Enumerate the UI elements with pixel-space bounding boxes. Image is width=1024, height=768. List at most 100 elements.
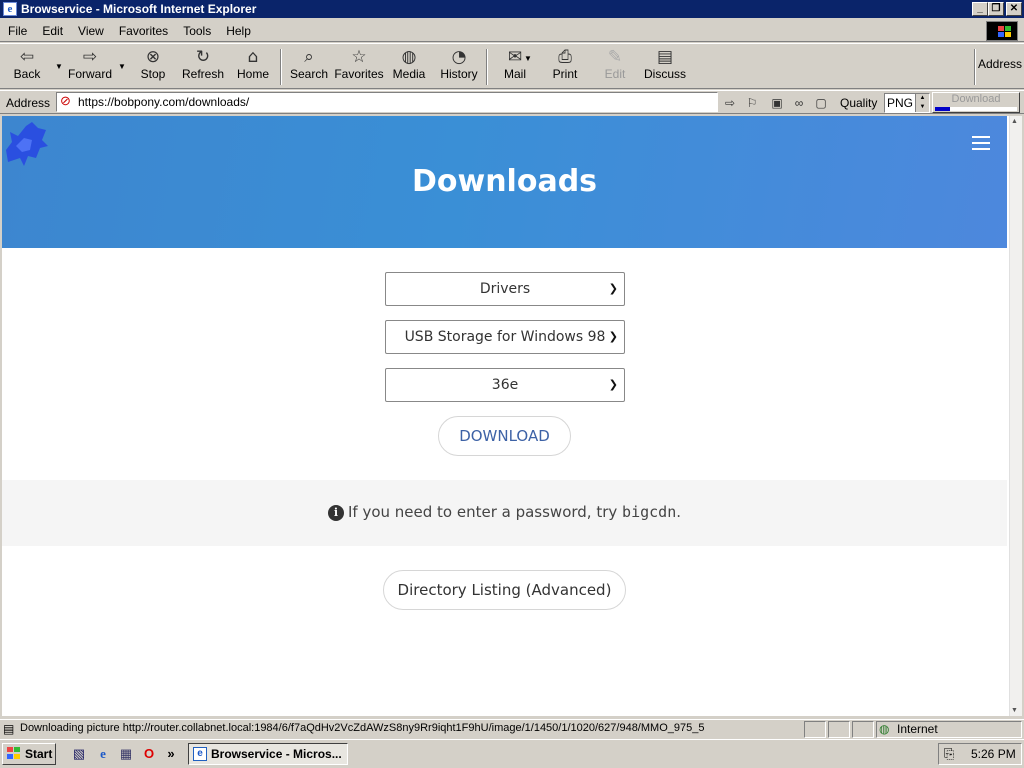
standard-toolbar: ⇦ Back ▼ ⇨ Forward ▼ ⊗ Stop ↻ Refresh ⌂ … <box>0 43 1024 89</box>
version-select[interactable]: 36e ❯ <box>385 368 625 402</box>
print-button[interactable]: ⎙ Print <box>546 47 584 87</box>
menu-tools[interactable]: Tools <box>175 24 218 38</box>
discuss-icon: ▤ <box>656 47 674 67</box>
media-globe-icon: ◍ <box>401 47 417 67</box>
scroll-up-icon[interactable]: ▲ <box>1011 118 1018 125</box>
vertical-scrollbar[interactable]: ▲ ▼ <box>1009 116 1022 716</box>
back-dropdown-icon[interactable]: ▼ <box>55 62 63 71</box>
clock[interactable]: 5:26 PM <box>971 747 1016 761</box>
chevron-down-icon: ❯ <box>608 330 618 343</box>
page-icon[interactable]: ▣ <box>768 94 786 112</box>
address-input[interactable]: ⊘ https://bobpony.com/downloads/ <box>56 92 718 112</box>
network-icon[interactable]: ▦ <box>117 745 135 763</box>
forward-button[interactable]: ⇨ Forward <box>66 47 114 87</box>
history-clock-icon: ◔ <box>451 47 467 67</box>
page-viewport: Downloads Drivers ❯ USB Storage for Wind… <box>2 116 1009 716</box>
internet-explorer-icon[interactable]: e <box>94 745 112 763</box>
printer-icon: ⎙ <box>558 47 572 67</box>
status-bar: ▤ Downloading picture http://router.coll… <box>0 719 1024 738</box>
restore-button[interactable]: ❐ <box>988 2 1004 16</box>
close-button[interactable]: ✕ <box>1006 2 1022 16</box>
menu-help[interactable]: Help <box>218 24 258 38</box>
back-button[interactable]: ⇦ Back <box>8 47 46 87</box>
page-title: Downloads <box>411 164 598 199</box>
search-button[interactable]: ⌕ Search <box>288 47 330 87</box>
quality-label: Quality <box>840 96 878 110</box>
media-button[interactable]: ◍ Media <box>390 47 428 87</box>
opera-icon[interactable]: O <box>140 745 158 763</box>
download-button[interactable]: DOWNLOAD <box>438 416 571 456</box>
stop-icon: ⊗ <box>145 47 161 67</box>
bookmark-icon[interactable]: ⚐ <box>743 94 761 112</box>
category-select[interactable]: Drivers ❯ <box>385 272 625 306</box>
discuss-button[interactable]: ▤ Discuss <box>642 47 688 87</box>
menu-bar: File Edit View Favorites Tools Help <box>0 20 1024 42</box>
search-icon: ⌕ <box>304 47 314 67</box>
internet-globe-icon: ◍ <box>879 722 890 736</box>
refresh-button[interactable]: ↻ Refresh <box>180 47 226 87</box>
windows-flag-icon <box>7 747 22 761</box>
menu-edit[interactable]: Edit <box>34 24 70 38</box>
taskbar: Start ▧ e ▦ O » e Browservice - Micros..… <box>0 739 1024 768</box>
toolbar-separator <box>974 49 976 85</box>
address-url: https://bobpony.com/downloads/ <box>78 95 250 109</box>
menu-view[interactable]: View <box>70 24 111 38</box>
status-pane <box>804 721 826 738</box>
history-button[interactable]: ◔ History <box>438 47 480 87</box>
mail-dropdown-icon[interactable]: ▼ <box>524 54 532 63</box>
show-desktop-icon[interactable]: ▧ <box>70 745 88 763</box>
refresh-icon: ↻ <box>195 47 211 67</box>
start-button[interactable]: Start <box>2 743 56 765</box>
page-header: Downloads <box>2 116 1007 248</box>
status-text: Downloading picture http://router.collab… <box>20 722 705 734</box>
back-arrow-icon: ⇦ <box>19 47 35 67</box>
menu-file[interactable]: File <box>0 24 34 38</box>
system-tray: ⎘ 5:26 PM <box>938 743 1022 765</box>
windows-logo-icon <box>986 21 1018 41</box>
download-toolbar-button[interactable]: Download <box>932 92 1020 113</box>
item-select[interactable]: USB Storage for Windows 98 ❯ <box>385 320 625 354</box>
go-arrow-icon[interactable]: ⇨ <box>721 94 739 112</box>
chevron-down-icon: ❯ <box>608 282 618 295</box>
password-info-text: i If you need to enter a password, try bi… <box>2 503 1007 521</box>
home-icon: ⌂ <box>247 47 259 67</box>
password-info-band: i If you need to enter a password, try bi… <box>2 480 1007 546</box>
address-label: Address <box>6 96 51 110</box>
bobpony-logo-icon[interactable] <box>2 118 50 168</box>
toolbar-separator <box>486 49 488 85</box>
info-icon: i <box>327 505 344 521</box>
mail-button[interactable]: ✉ Mail <box>498 47 532 87</box>
quicklaunch-more-icon[interactable]: » <box>162 745 180 763</box>
favorites-button[interactable]: ☆ Favorites <box>334 47 384 87</box>
status-pane <box>852 721 874 738</box>
scroll-down-icon[interactable]: ▼ <box>1011 707 1018 714</box>
toolbar-separator <box>280 49 282 85</box>
status-page-icon: ▤ <box>3 722 15 736</box>
zone-label: Internet <box>897 722 938 736</box>
quality-spin-icon[interactable]: ▲ ▼ <box>915 94 929 112</box>
home-button[interactable]: ⌂ Home <box>234 47 272 87</box>
window-title: Browservice - Microsoft Internet Explore… <box>21 2 257 16</box>
ie-icon: e <box>3 2 17 16</box>
hamburger-menu-icon[interactable] <box>972 136 990 150</box>
address-bar: Address ⊘ https://bobpony.com/downloads/… <box>0 90 1024 114</box>
password-code: bigcdn <box>622 503 677 521</box>
scheduler-icon[interactable]: ⎘ <box>944 746 954 762</box>
clipboard-icon[interactable]: ▢ <box>812 94 830 112</box>
page-blocked-icon: ⊘ <box>60 93 71 108</box>
window-title-bar: e Browservice - Microsoft Internet Explo… <box>0 0 1024 18</box>
forward-arrow-icon: ⇨ <box>82 47 98 67</box>
edit-button[interactable]: ✎ Edit <box>598 47 632 87</box>
chevron-down-icon: ❯ <box>608 378 618 391</box>
taskbar-button-browservice[interactable]: e Browservice - Micros... <box>188 743 348 765</box>
menu-favorites[interactable]: Favorites <box>111 24 175 38</box>
minimize-button[interactable]: _ <box>972 2 988 16</box>
forward-dropdown-icon[interactable]: ▼ <box>118 62 126 71</box>
stop-button[interactable]: ⊗ Stop <box>136 47 170 87</box>
directory-listing-button[interactable]: Directory Listing (Advanced) <box>383 570 626 610</box>
find-binoculars-icon[interactable]: ∞ <box>790 94 808 112</box>
status-pane <box>828 721 850 738</box>
quality-select[interactable]: PNG ▲ ▼ <box>884 93 930 113</box>
ie-window-icon: e <box>193 747 207 761</box>
download-progress-bar <box>935 107 1017 111</box>
